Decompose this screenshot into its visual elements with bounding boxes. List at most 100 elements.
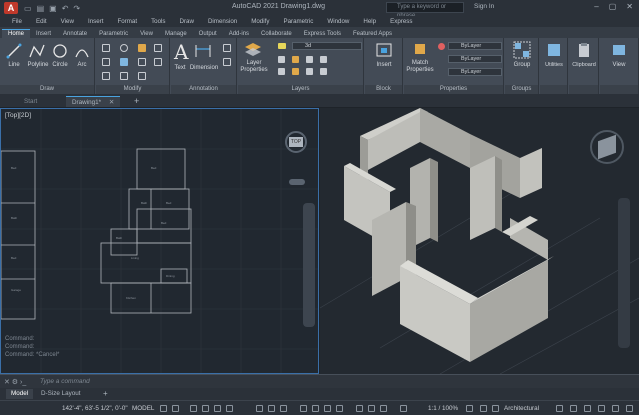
app-logo-icon[interactable]: A <box>4 2 18 14</box>
ribbon-tab[interactable]: Add-ins <box>223 30 255 38</box>
units-icon[interactable] <box>492 405 499 412</box>
file-tab-start[interactable]: Start <box>18 96 43 107</box>
close-tab-icon[interactable]: ✕ <box>109 99 114 106</box>
layer-tool-icon[interactable] <box>278 56 285 63</box>
erase-icon[interactable] <box>154 44 162 52</box>
array-icon[interactable] <box>138 72 146 80</box>
quick-properties-icon[interactable] <box>556 405 563 412</box>
viewport-3d[interactable] <box>320 108 639 374</box>
polyline-button[interactable]: Polyline <box>25 62 51 68</box>
sign-in-button[interactable]: Sign In <box>474 3 494 10</box>
layer-properties-icon[interactable] <box>244 41 262 59</box>
command-input[interactable]: Type a command <box>40 378 90 385</box>
lineweight-dropdown[interactable]: ByLayer <box>448 68 502 76</box>
polar-icon[interactable] <box>202 405 209 412</box>
layer-tool-icon[interactable] <box>292 68 299 75</box>
layer-tool-icon[interactable] <box>278 68 285 75</box>
model-space-button[interactable]: MODEL <box>132 405 154 412</box>
viewcube-icon[interactable]: TOP <box>289 137 303 147</box>
move-icon[interactable] <box>102 44 110 52</box>
hardware-acceleration-icon[interactable] <box>598 405 605 412</box>
match-properties-button[interactable]: Match Properties <box>406 60 434 74</box>
menu-item[interactable]: Parametric <box>283 18 313 25</box>
customization-icon[interactable] <box>626 405 633 412</box>
menu-item[interactable]: Express <box>390 18 412 25</box>
lineweight-icon[interactable] <box>256 405 263 412</box>
ribbon-tab[interactable]: Collaborate <box>255 30 298 38</box>
annotation-panel-title[interactable]: Annotation <box>171 85 236 94</box>
text-icon[interactable]: A <box>174 40 188 64</box>
add-layout-icon[interactable]: + <box>98 389 113 399</box>
mirror-icon[interactable] <box>120 58 128 66</box>
ortho-icon[interactable] <box>190 405 197 412</box>
view-button[interactable]: View <box>604 62 634 68</box>
ribbon-tab[interactable]: Parametric <box>93 30 134 38</box>
arc-button[interactable]: Arc <box>72 62 92 68</box>
explode-icon[interactable] <box>154 58 162 66</box>
settings-gear-icon[interactable] <box>466 405 473 412</box>
scale-icon[interactable] <box>120 72 128 80</box>
group-button[interactable]: Group <box>507 62 537 68</box>
menu-item[interactable]: Format <box>117 18 137 25</box>
menu-item[interactable]: View <box>61 18 74 25</box>
text-button[interactable]: Text <box>172 65 188 71</box>
grid-icon[interactable] <box>160 405 167 412</box>
transparency-icon[interactable] <box>268 405 275 412</box>
gizmo-icon[interactable] <box>336 405 343 412</box>
viewport-2d[interactable]: [Top][2D] Bed Bath Bed Garage Bed Bath Bed Bat… <box>0 108 319 374</box>
color-dropdown[interactable]: ByLayer <box>448 42 502 50</box>
new-tab-icon[interactable]: + <box>128 96 145 107</box>
menu-item[interactable]: Insert <box>88 18 103 25</box>
utilities-icon[interactable] <box>546 42 562 58</box>
polyline-icon[interactable] <box>28 43 46 59</box>
clean-screen-icon[interactable] <box>612 405 619 412</box>
line-icon[interactable] <box>6 43 22 59</box>
ribbon-tab[interactable]: Output <box>193 30 223 38</box>
ribbon-tab[interactable]: Featured Apps <box>347 30 398 38</box>
view-icon[interactable] <box>611 42 627 58</box>
tab-model[interactable]: Model <box>6 389 34 399</box>
layers-panel-title[interactable]: Layers <box>238 85 363 94</box>
ribbon-tab[interactable]: Express Tools <box>298 30 347 38</box>
stretch-icon[interactable] <box>102 72 110 80</box>
menu-item[interactable]: Dimension <box>208 18 237 25</box>
annotation-scale-icon[interactable] <box>380 405 387 412</box>
maximize-icon[interactable]: ▢ <box>609 2 617 11</box>
block-panel-title[interactable]: Block <box>365 85 402 94</box>
menu-item[interactable]: Window <box>327 18 349 25</box>
otrack-icon[interactable] <box>226 405 233 412</box>
utilities-button[interactable]: Utilities <box>540 62 568 68</box>
dynamic-ucs-icon[interactable] <box>312 405 319 412</box>
modify-panel-title[interactable]: Modify <box>96 85 169 94</box>
groups-panel-title[interactable]: Groups <box>505 85 538 94</box>
navbar-wheel-icon[interactable] <box>289 179 305 185</box>
navigation-bar-3d[interactable] <box>618 198 630 348</box>
zoom-scale[interactable]: 1:1 / 100% <box>428 405 458 412</box>
circle-icon[interactable] <box>52 43 68 59</box>
menu-item[interactable]: Draw <box>180 18 194 25</box>
group-icon[interactable] <box>513 41 531 59</box>
leader-icon[interactable] <box>223 44 231 52</box>
menu-item[interactable]: Help <box>363 18 376 25</box>
linetype-dropdown[interactable]: ByLayer <box>448 55 502 63</box>
close-commandline-icon[interactable]: ✕ ⚙ ›_ <box>4 378 26 386</box>
layer-tool-icon[interactable] <box>306 68 313 75</box>
plus-icon[interactable] <box>480 405 487 412</box>
copy-icon[interactable] <box>102 58 110 66</box>
new-icon[interactable]: ▭ <box>24 4 32 13</box>
menu-item[interactable]: Tools <box>151 18 165 25</box>
line-button[interactable]: Line <box>4 62 24 68</box>
insert-button[interactable]: Insert <box>369 62 399 68</box>
search-input[interactable]: Type a keyword or phrase <box>386 2 464 19</box>
clipboard-button[interactable]: Clipboard <box>569 62 599 68</box>
layer-tool-icon[interactable] <box>320 56 327 63</box>
close-icon[interactable]: ✕ <box>626 2 633 11</box>
clipboard-icon[interactable] <box>576 42 592 58</box>
ribbon-tab[interactable]: Manage <box>159 30 193 38</box>
layer-dropdown[interactable]: 3d <box>292 42 362 50</box>
file-tab-drawing[interactable]: Drawing1* ✕ <box>66 96 121 107</box>
ribbon-tab[interactable]: Home <box>2 29 31 38</box>
tab-layout[interactable]: D-Size Layout <box>36 389 86 399</box>
osnap-icon[interactable] <box>214 405 221 412</box>
trim-icon[interactable] <box>138 44 146 52</box>
